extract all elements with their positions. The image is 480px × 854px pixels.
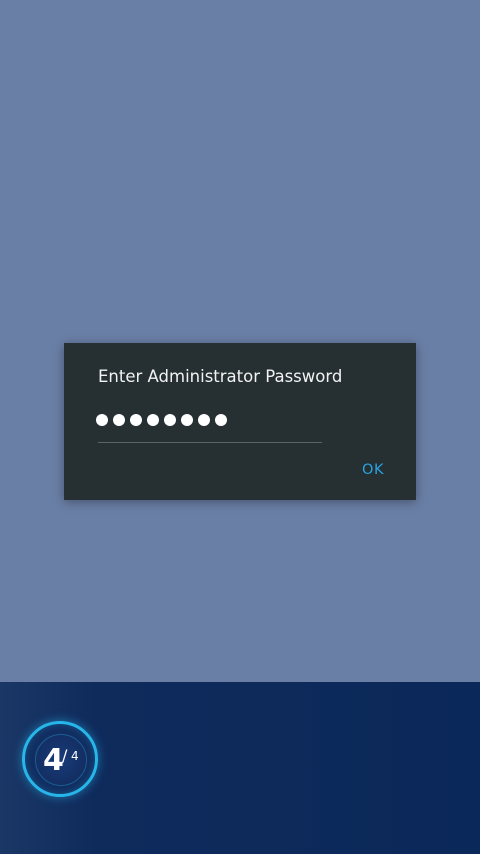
ok-button[interactable]: OK	[354, 459, 392, 481]
progress-total-steps: 4	[71, 749, 79, 763]
password-dot	[113, 414, 125, 426]
password-dot	[130, 414, 142, 426]
password-mask	[96, 412, 227, 428]
password-dot	[215, 414, 227, 426]
password-dot	[164, 414, 176, 426]
progress-separator: /	[62, 746, 68, 765]
password-dialog: Enter Administrator Password OK	[64, 343, 416, 500]
password-dot	[181, 414, 193, 426]
password-dot	[147, 414, 159, 426]
password-dot	[96, 414, 108, 426]
dialog-title: Enter Administrator Password	[98, 367, 343, 386]
progress-current-step: 4	[43, 743, 64, 778]
step-progress-badge: 4 / 4	[22, 721, 98, 797]
password-dot	[198, 414, 210, 426]
